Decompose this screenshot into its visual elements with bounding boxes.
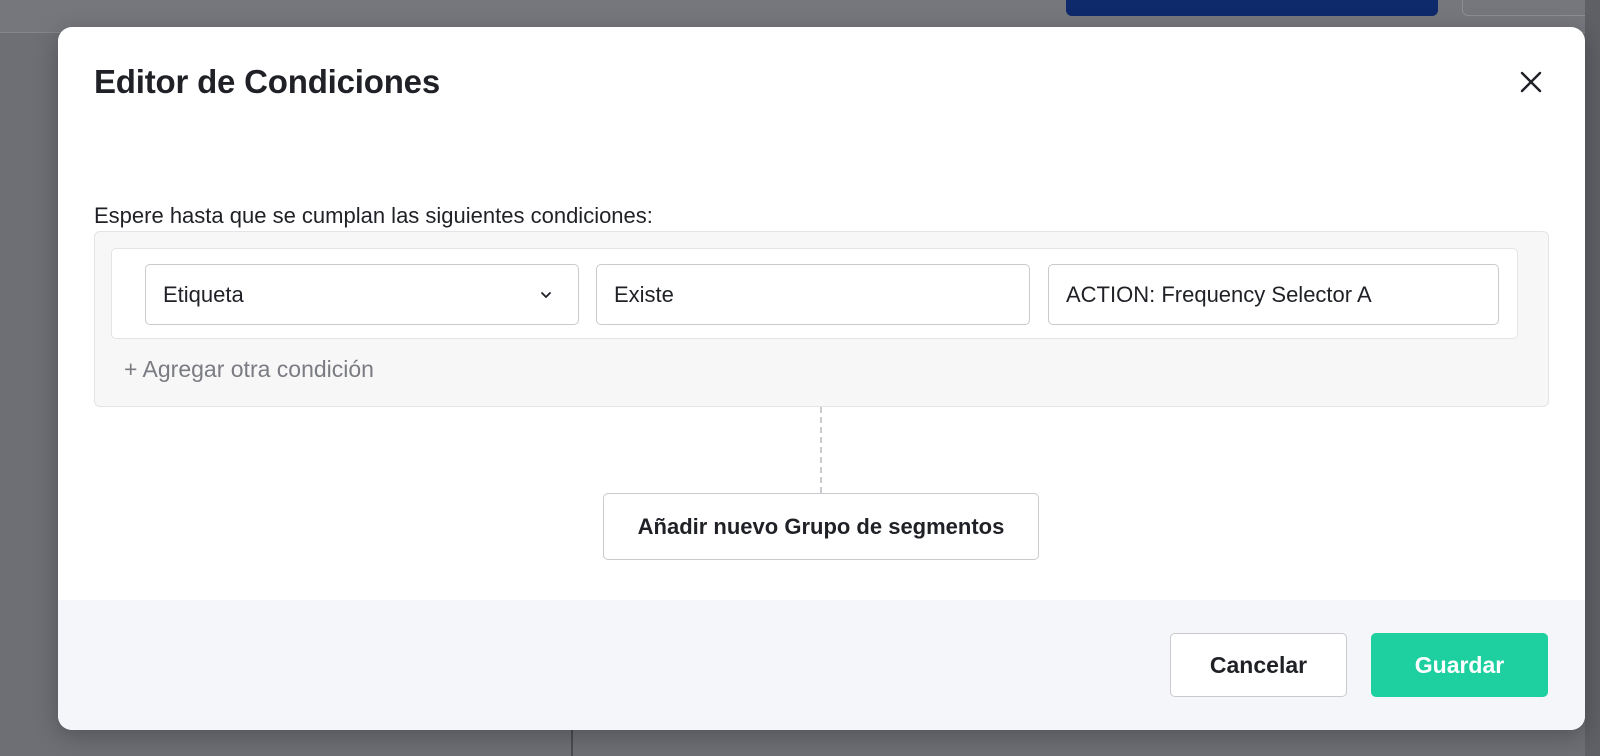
condition-field-value: Etiqueta	[163, 281, 244, 307]
group-connector-line	[820, 407, 822, 493]
condition-row: Etiqueta Existe ACTION: Frequency Select…	[111, 248, 1518, 339]
condition-value-text: ACTION: Frequency Selector A	[1066, 281, 1372, 307]
instruction-text: Espere hasta que se cumplan las siguient…	[94, 203, 653, 228]
modal-footer: Cancelar Guardar	[58, 600, 1585, 730]
modal-title: Editor de Condiciones	[94, 63, 440, 100]
condition-operator-field[interactable]: Existe	[596, 264, 1030, 325]
add-segment-group-button[interactable]: Añadir nuevo Grupo de segmentos	[603, 493, 1039, 560]
chevron-down-icon	[541, 292, 551, 298]
cancel-button[interactable]: Cancelar	[1170, 633, 1347, 697]
background-primary-button	[1066, 0, 1438, 16]
add-condition-link[interactable]: + Agregar otra condición	[124, 356, 374, 383]
save-button[interactable]: Guardar	[1371, 633, 1548, 697]
close-button[interactable]	[1513, 64, 1549, 100]
condition-value-field[interactable]: ACTION: Frequency Selector A	[1048, 264, 1499, 325]
condition-operator-value: Existe	[614, 281, 674, 307]
condition-field-select[interactable]: Etiqueta	[145, 264, 579, 325]
condition-editor-modal: Editor de Condiciones Espere hasta que s…	[58, 27, 1585, 730]
segment-group-panel: Etiqueta Existe ACTION: Frequency Select…	[94, 231, 1549, 407]
background-scroll-area	[1585, 0, 1600, 756]
background-divider	[571, 728, 573, 756]
close-icon	[1520, 71, 1542, 93]
background-secondary-button	[1462, 0, 1600, 16]
